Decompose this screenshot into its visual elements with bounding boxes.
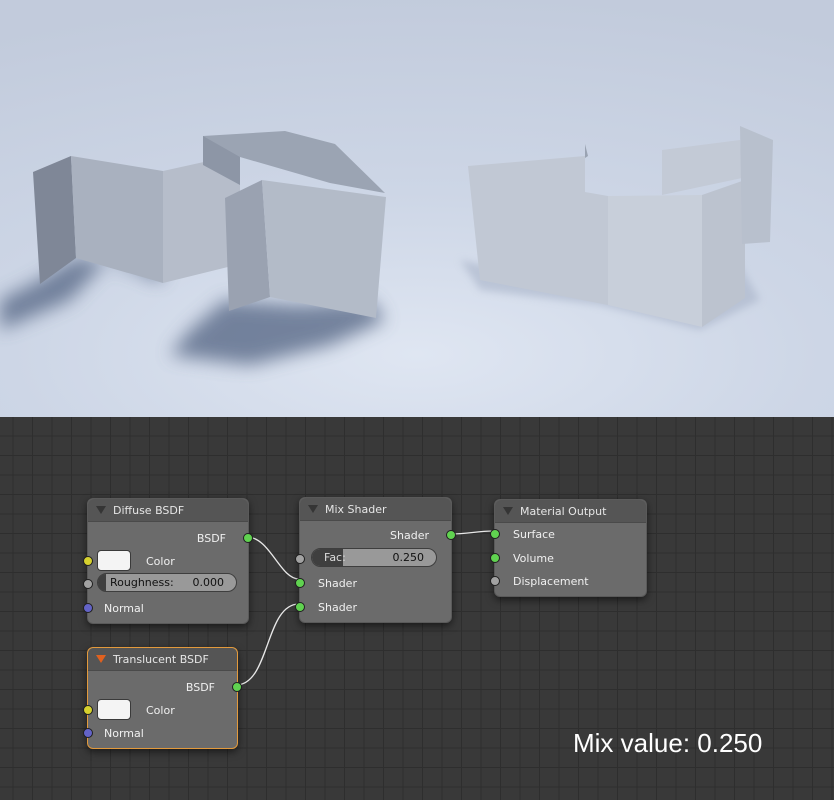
output-label-bsdf: BSDF: [185, 681, 215, 694]
roughness-value: 0.000: [192, 576, 225, 589]
fac-label: Fac:: [324, 551, 346, 564]
shader-2-label: Shader: [318, 601, 357, 614]
mix-shader-node[interactable]: Mix Shader Shader Fac: 0.250 Shader Shad…: [295, 497, 456, 623]
node-header[interactable]: Material Output: [495, 500, 646, 523]
input-socket-normal[interactable]: [83, 603, 93, 613]
diffuse-bsdf-node[interactable]: Diffuse BSDF BSDF Color Roughness: 0.000…: [83, 498, 253, 624]
output-socket-bsdf[interactable]: [232, 682, 242, 692]
color-label: Color: [146, 555, 175, 568]
collapse-triangle-icon[interactable]: [96, 506, 106, 514]
input-socket-color[interactable]: [83, 556, 93, 566]
output-socket-shader[interactable]: [446, 530, 456, 540]
mix-value-caption: Mix value: 0.250: [573, 728, 763, 758]
node-title: Translucent BSDF: [113, 652, 209, 666]
fac-value: 0.250: [392, 551, 425, 564]
normal-label: Normal: [104, 727, 144, 740]
node-header[interactable]: Diffuse BSDF: [88, 499, 248, 522]
link-diffuse-to-mix: [246, 536, 300, 580]
input-socket-surface[interactable]: [490, 529, 500, 539]
link-mix-to-output: [449, 530, 495, 535]
collapse-triangle-icon[interactable]: [308, 505, 318, 513]
output-label-bsdf: BSDF: [196, 532, 226, 545]
input-socket-color[interactable]: [83, 705, 93, 715]
color-label: Color: [146, 704, 175, 717]
surface-label: Surface: [513, 528, 555, 541]
input-socket-displacement[interactable]: [490, 576, 500, 586]
material-output-node[interactable]: Material Output Surface Volume Displacem…: [490, 499, 647, 597]
normal-label: Normal: [104, 602, 144, 615]
roughness-field[interactable]: Roughness: 0.000: [97, 573, 237, 592]
input-socket-volume[interactable]: [490, 553, 500, 563]
render-scene: [0, 126, 773, 365]
node-title: Diffuse BSDF: [113, 503, 185, 517]
shader-1-label: Shader: [318, 577, 357, 590]
displacement-label: Displacement: [513, 575, 589, 588]
collapse-triangle-icon[interactable]: [96, 655, 106, 663]
input-socket-normal[interactable]: [83, 728, 93, 738]
color-swatch[interactable]: [97, 550, 131, 571]
input-socket-fac[interactable]: [295, 554, 305, 564]
right-object: [468, 126, 773, 327]
volume-label: Volume: [513, 552, 554, 565]
fac-field[interactable]: Fac: 0.250: [311, 548, 437, 567]
output-label-shader: Shader: [390, 529, 429, 542]
node-title: Material Output: [520, 504, 607, 518]
node-header[interactable]: Translucent BSDF: [88, 648, 237, 671]
node-header[interactable]: Mix Shader: [300, 498, 451, 521]
input-socket-roughness[interactable]: [83, 579, 93, 589]
translucent-bsdf-node[interactable]: Translucent BSDF BSDF Color Normal: [83, 647, 242, 749]
input-socket-shader-2[interactable]: [295, 602, 305, 612]
left-object: [33, 131, 386, 318]
input-socket-shader-1[interactable]: [295, 578, 305, 588]
node-title: Mix Shader: [325, 502, 387, 516]
collapse-triangle-icon[interactable]: [503, 507, 513, 515]
color-swatch[interactable]: [97, 699, 131, 720]
roughness-label: Roughness:: [110, 576, 174, 589]
render-viewport: [0, 0, 834, 417]
output-socket-bsdf[interactable]: [243, 533, 253, 543]
